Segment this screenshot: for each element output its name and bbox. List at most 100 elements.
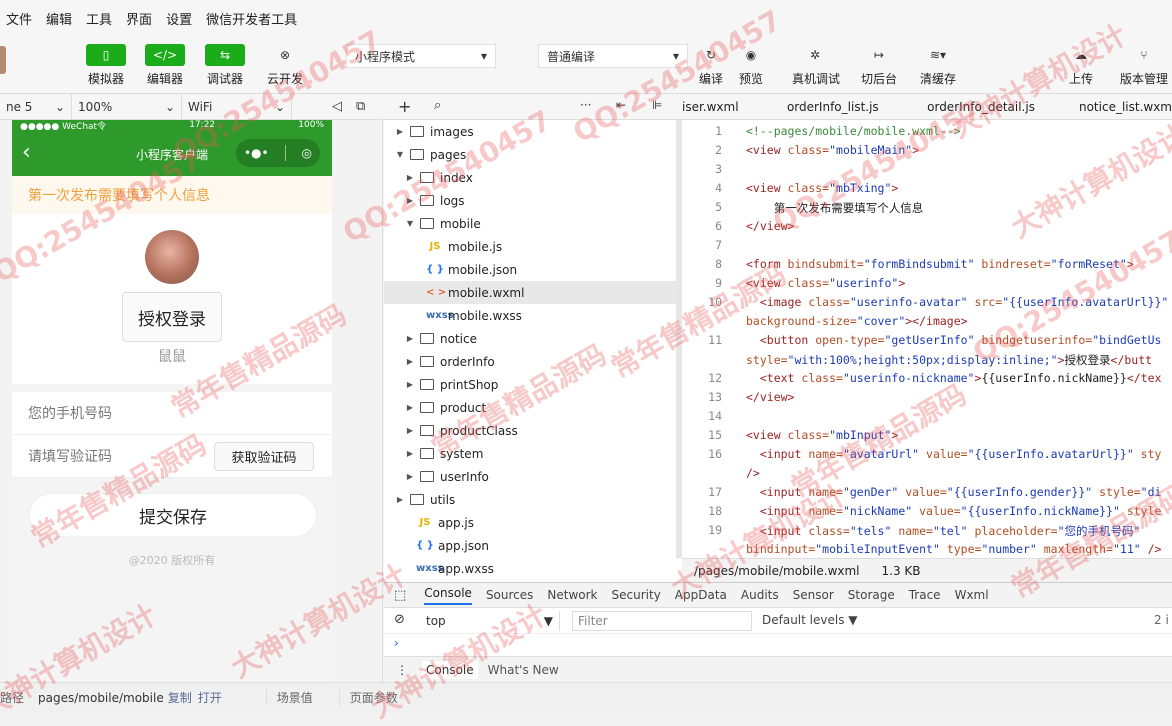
- close-circle-icon[interactable]: ◎: [302, 146, 312, 160]
- tab-orderinfo-list[interactable]: orderInfo_list.js: [779, 100, 918, 114]
- phone-number-input[interactable]: 您的手机号码: [12, 392, 332, 435]
- window-icon[interactable]: ⧉: [356, 99, 365, 114]
- real-debug-button[interactable]: ✲ 真机调试: [792, 44, 840, 87]
- scene-value[interactable]: 场景值: [265, 689, 313, 706]
- tree-item[interactable]: JS app.js: [384, 511, 682, 534]
- search-icon[interactable]: ⌕: [434, 98, 441, 113]
- tree-item[interactable]: ▶ orderInfo: [384, 350, 682, 373]
- mode-select[interactable]: 小程序模式 ▾: [346, 44, 496, 68]
- caret-right-icon[interactable]: ▶: [404, 357, 416, 366]
- clear-console-icon[interactable]: ⊘: [394, 612, 405, 627]
- tree-item[interactable]: JS mobile.js: [384, 235, 682, 258]
- tree-scrollbar[interactable]: [676, 120, 682, 558]
- tab-wxml[interactable]: Wxml: [955, 588, 989, 602]
- code-editor[interactable]: 1 <!--pages/mobile/mobile.wxml--> 2 <view c…: [682, 120, 1172, 558]
- tab-orderinfo-detail[interactable]: orderInfo_detail.js: [919, 100, 1074, 114]
- editor-button[interactable]: </> 编辑器: [143, 44, 187, 87]
- tab-notice-list[interactable]: notice_list.wxm: [1075, 100, 1172, 114]
- preview-button[interactable]: ◉ 预览: [729, 44, 773, 87]
- menu-file[interactable]: 文件: [6, 9, 32, 28]
- levels-select[interactable]: Default levels ▼: [762, 613, 858, 627]
- tree-item[interactable]: ▶ index: [384, 166, 682, 189]
- caret-right-icon[interactable]: ▶: [404, 173, 416, 182]
- version-button[interactable]: ⑂ 版本管理: [1118, 44, 1170, 87]
- more-icon[interactable]: •●•: [244, 146, 269, 160]
- project-avatar[interactable]: [0, 46, 6, 74]
- tree-item[interactable]: ▶ userInfo: [384, 465, 682, 488]
- tree-item[interactable]: ▶ utils: [384, 488, 682, 511]
- menu-tools[interactable]: 工具: [86, 9, 112, 28]
- tab-audits[interactable]: Audits: [741, 588, 779, 602]
- simulator-button[interactable]: ▯ 模拟器: [84, 44, 128, 87]
- tab-sources[interactable]: Sources: [486, 588, 533, 602]
- tree-item[interactable]: ▶ printShop: [384, 373, 682, 396]
- caret-right-icon[interactable]: ▶: [404, 334, 416, 343]
- page-params[interactable]: 页面参数: [338, 689, 398, 706]
- tab-security[interactable]: Security: [612, 588, 661, 602]
- console-filter-input[interactable]: Filter: [572, 611, 752, 631]
- network-select[interactable]: WiFi ⌄: [182, 93, 292, 120]
- tab-appdata[interactable]: AppData: [675, 588, 727, 602]
- context-select[interactable]: top ▼: [420, 611, 560, 631]
- tab-sensor[interactable]: Sensor: [793, 588, 834, 602]
- plus-icon[interactable]: +: [398, 97, 411, 116]
- caret-right-icon[interactable]: ▶: [404, 426, 416, 435]
- tree-item[interactable]: ▶ system: [384, 442, 682, 465]
- menu-edit[interactable]: 编辑: [46, 9, 72, 28]
- tree-item[interactable]: wxss mobile.wxss: [384, 304, 682, 327]
- tab-storage[interactable]: Storage: [848, 588, 895, 602]
- caret-right-icon[interactable]: ▶: [404, 380, 416, 389]
- open-link[interactable]: 打开: [198, 689, 222, 706]
- tree-item[interactable]: ▼ pages: [384, 143, 682, 166]
- tree-item[interactable]: ▶ productClass: [384, 419, 682, 442]
- volume-icon[interactable]: ◁: [332, 99, 342, 114]
- cloud-button[interactable]: ⊗ 云开发: [263, 44, 307, 87]
- caret-right-icon[interactable]: ▶: [404, 449, 416, 458]
- background-button[interactable]: ↦ 切后台: [857, 44, 901, 87]
- tree-item[interactable]: ▶ images: [384, 120, 682, 143]
- tree-item[interactable]: wxss app.wxss: [384, 557, 682, 580]
- clear-cache-button[interactable]: ≋▾ 清缓存: [916, 44, 960, 87]
- tree-item[interactable]: < > mobile.wxml: [384, 281, 682, 304]
- menu-devtools[interactable]: 微信开发者工具: [206, 9, 297, 28]
- caret-right-icon[interactable]: ▶: [404, 196, 416, 205]
- device-select[interactable]: ne 5 ⌄: [0, 93, 72, 120]
- tree-item[interactable]: { } mobile.json: [384, 258, 682, 281]
- copy-link[interactable]: 复制: [168, 689, 192, 706]
- zoom-select[interactable]: 100% ⌄: [72, 93, 182, 120]
- console-output[interactable]: ›: [384, 634, 1172, 656]
- tree-item[interactable]: ▶ logs: [384, 189, 682, 212]
- upload-button[interactable]: ☁ 上传: [1059, 44, 1103, 87]
- debugger-button[interactable]: ⇆ 调试器: [203, 44, 247, 87]
- verify-code-input[interactable]: 请填写验证码 获取验证码: [12, 435, 332, 478]
- tab-network[interactable]: Network: [547, 588, 597, 602]
- caret-down-icon[interactable]: ▼: [394, 150, 406, 159]
- caret-right-icon[interactable]: ▶: [394, 127, 406, 136]
- drawer-menu-icon[interactable]: ⋮: [396, 663, 408, 677]
- drawer-tab-whats-new[interactable]: What's New: [488, 663, 559, 677]
- caret-down-icon[interactable]: ▼: [404, 219, 416, 228]
- caret-right-icon[interactable]: ▶: [394, 495, 406, 504]
- capsule-menu[interactable]: •●• ◎: [236, 139, 320, 167]
- inspect-icon[interactable]: ⬚: [394, 588, 406, 603]
- tree-item[interactable]: ▼ mobile: [384, 212, 682, 235]
- get-code-button[interactable]: 获取验证码: [214, 442, 314, 471]
- tree-item[interactable]: ▶ notice: [384, 327, 682, 350]
- submit-save-button[interactable]: 提交保存: [30, 494, 316, 536]
- compile-select[interactable]: 普通编译 ▾: [538, 44, 688, 68]
- split-icon[interactable]: ⊫: [652, 98, 662, 112]
- more-icon[interactable]: ···: [580, 98, 591, 112]
- tree-item[interactable]: ▶ product: [384, 396, 682, 419]
- tab-mobile-wxml[interactable]: iser.wxml: [682, 100, 778, 114]
- tree-item[interactable]: { } app.json: [384, 534, 682, 557]
- menu-view[interactable]: 界面: [126, 9, 152, 28]
- tab-console[interactable]: Console: [424, 586, 472, 605]
- collapse-icon[interactable]: ⇤: [616, 98, 626, 112]
- caret-right-icon[interactable]: ▶: [404, 403, 416, 412]
- tab-trace[interactable]: Trace: [909, 588, 941, 602]
- compile-button[interactable]: ↻ 编译: [689, 44, 733, 87]
- drawer-tab-console[interactable]: Console: [422, 660, 478, 679]
- menu-settings[interactable]: 设置: [166, 9, 192, 28]
- auth-login-button[interactable]: 授权登录: [122, 292, 222, 342]
- caret-right-icon[interactable]: ▶: [404, 472, 416, 481]
